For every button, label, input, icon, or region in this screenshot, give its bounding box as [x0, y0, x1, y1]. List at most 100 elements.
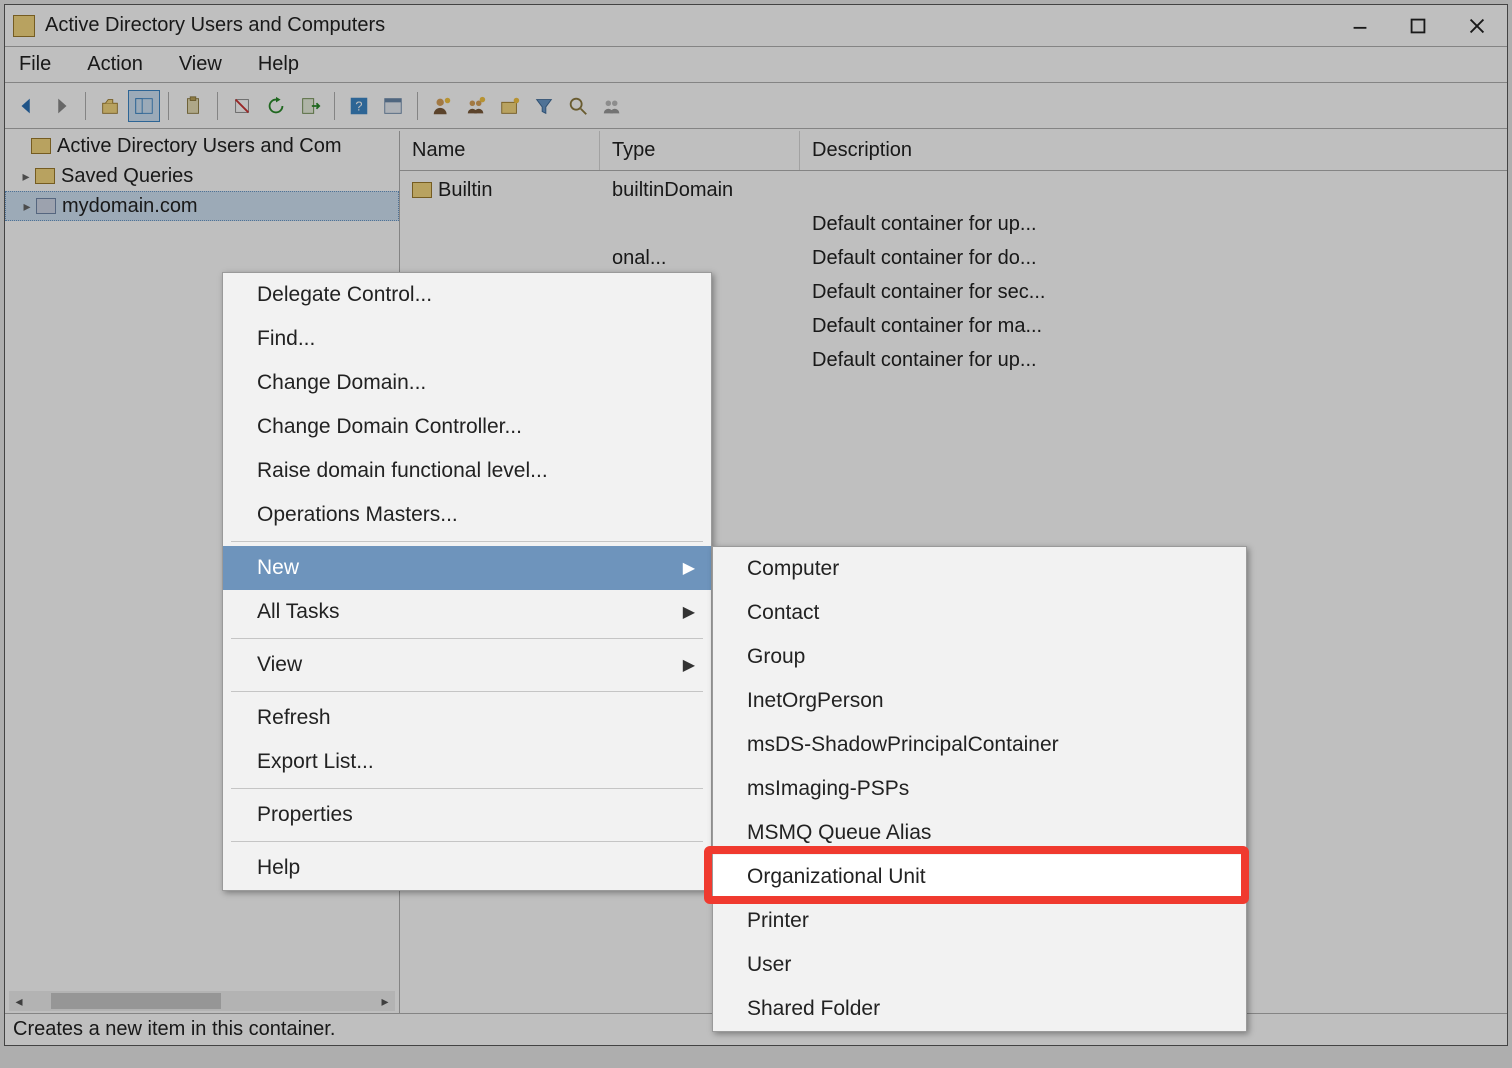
context-item-view[interactable]: View▶	[223, 643, 711, 687]
chevron-right-icon: ▶	[683, 602, 695, 622]
toolbar-new-group-button[interactable]	[460, 90, 492, 122]
toolbar-properties-button[interactable]	[377, 90, 409, 122]
window-title: Active Directory Users and Computers	[45, 14, 1331, 37]
context-item-label: msImaging-PSPs	[747, 777, 909, 801]
toolbar-new-user-button[interactable]	[426, 90, 458, 122]
list-item[interactable]: Builtin builtinDomain	[400, 173, 1507, 207]
context-item-find[interactable]: Find...	[223, 317, 711, 361]
list-item-name: Builtin	[438, 179, 492, 202]
maximize-button[interactable]	[1389, 6, 1447, 46]
context-item-export-list[interactable]: Export List...	[223, 740, 711, 784]
title-bar: Active Directory Users and Computers	[5, 5, 1507, 47]
folder-icon	[35, 168, 55, 184]
toolbar-refresh-button[interactable]	[260, 90, 292, 122]
tree-saved-queries[interactable]: ▸ Saved Queries	[5, 161, 399, 191]
context-item-label: Organizational Unit	[747, 865, 926, 889]
column-header-description[interactable]: Description	[800, 131, 1110, 170]
context-item-operations-masters[interactable]: Operations Masters...	[223, 493, 711, 537]
context-item-label: Properties	[257, 803, 353, 827]
toolbar-help-button[interactable]: ?	[343, 90, 375, 122]
context-item-change-domain[interactable]: Change Domain...	[223, 361, 711, 405]
status-text: Creates a new item in this container.	[13, 1018, 335, 1041]
tree-domain[interactable]: ▸ mydomain.com	[5, 191, 399, 221]
toolbar-filter-button[interactable]	[528, 90, 560, 122]
toolbar-forward-button[interactable]	[45, 90, 77, 122]
context-item-properties[interactable]: Properties	[223, 793, 711, 837]
context-item-new[interactable]: New▶	[223, 546, 711, 590]
context-item-all-tasks[interactable]: All Tasks ▶	[223, 590, 711, 634]
tree-root-label: Active Directory Users and Com	[57, 135, 342, 158]
context-item-label: Shared Folder	[747, 997, 880, 1021]
list-item-description: Default container for sec...	[800, 281, 1110, 304]
list-item-type: onal...	[600, 247, 800, 270]
tree-root[interactable]: Active Directory Users and Com	[5, 131, 399, 161]
chevron-right-icon: ▶	[683, 655, 695, 675]
context-item-contact[interactable]: Contact	[713, 591, 1246, 635]
context-item-raise-domain-functional-level[interactable]: Raise domain functional level...	[223, 449, 711, 493]
column-header-name[interactable]: Name	[400, 131, 600, 170]
context-item-msmq-queue-alias[interactable]: MSMQ Queue Alias	[713, 811, 1246, 855]
domain-icon	[36, 198, 56, 214]
context-item-help[interactable]: Help	[223, 846, 711, 890]
context-item-label: Contact	[747, 601, 819, 625]
context-menu-new[interactable]: Computer Contact Group InetOrgPersonmsDS-Sh…	[712, 546, 1247, 1032]
scroll-left-icon[interactable]: ◂	[9, 991, 29, 1011]
context-item-label: Refresh	[257, 706, 331, 730]
minimize-button[interactable]	[1331, 6, 1389, 46]
context-menu-domain[interactable]: Delegate Control... Find... Change Domain.…	[222, 272, 712, 891]
context-item-label: Operations Masters...	[257, 503, 458, 527]
context-item-computer[interactable]: Computer	[713, 547, 1246, 591]
expand-icon[interactable]: ▸	[17, 168, 35, 185]
toolbar-delete-button[interactable]	[226, 90, 258, 122]
menu-file[interactable]: File	[13, 51, 57, 78]
menu-separator	[231, 691, 703, 692]
context-item-inetorgperson[interactable]: InetOrgPerson	[713, 679, 1246, 723]
context-item-label: Group	[747, 645, 805, 669]
context-item-change-domain-controller[interactable]: Change Domain Controller...	[223, 405, 711, 449]
scroll-thumb[interactable]	[51, 993, 221, 1009]
context-item-label: Change Domain...	[257, 371, 426, 395]
toolbar-clipboard-button[interactable]	[177, 90, 209, 122]
toolbar-back-button[interactable]	[11, 90, 43, 122]
toolbar-up-button[interactable]	[94, 90, 126, 122]
list-item-description: Default container for ma...	[800, 315, 1110, 338]
context-item-label: Raise domain functional level...	[257, 459, 548, 483]
expand-icon[interactable]: ▸	[18, 198, 36, 215]
folder-icon	[412, 182, 432, 198]
menu-separator	[231, 541, 703, 542]
context-item-shared-folder[interactable]: Shared Folder	[713, 987, 1246, 1031]
tree-h-scrollbar[interactable]: ◂ ▸	[9, 991, 395, 1011]
close-button[interactable]	[1447, 6, 1507, 46]
tree-saved-queries-label: Saved Queries	[61, 165, 193, 188]
toolbar-find-button[interactable]	[562, 90, 594, 122]
toolbar-export-button[interactable]	[294, 90, 326, 122]
column-header-type[interactable]: Type	[600, 131, 800, 170]
list-item[interactable]: onal...Default container for do...	[400, 241, 1507, 275]
context-item-printer[interactable]: Printer	[713, 899, 1246, 943]
menu-separator	[231, 638, 703, 639]
context-item-label: MSMQ Queue Alias	[747, 821, 931, 845]
folder-icon	[31, 138, 51, 154]
context-item-delegate-control[interactable]: Delegate Control...	[223, 273, 711, 317]
menu-view[interactable]: View	[173, 51, 228, 78]
context-item-msimaging-psps[interactable]: msImaging-PSPs	[713, 767, 1246, 811]
context-item-label: All Tasks	[257, 600, 339, 624]
app-icon	[13, 15, 35, 37]
toolbar-add-to-group-button[interactable]	[596, 90, 628, 122]
scroll-right-icon[interactable]: ▸	[375, 991, 395, 1011]
context-item-group[interactable]: Group	[713, 635, 1246, 679]
toolbar-new-ou-button[interactable]	[494, 90, 526, 122]
list-item-description: Default container for do...	[800, 247, 1110, 270]
toolbar-showhide-tree-button[interactable]	[128, 90, 160, 122]
context-item-label: Computer	[747, 557, 839, 581]
context-item-label: Delegate Control...	[257, 283, 432, 307]
list-item[interactable]: Default container for up...	[400, 207, 1507, 241]
context-item-msds-shadowprincipalcontainer[interactable]: msDS-ShadowPrincipalContainer	[713, 723, 1246, 767]
menu-action[interactable]: Action	[81, 51, 149, 78]
context-item-user[interactable]: User	[713, 943, 1246, 987]
context-item-refresh[interactable]: Refresh	[223, 696, 711, 740]
chevron-right-icon: ▶	[683, 558, 695, 578]
list-item-type: builtinDomain	[600, 179, 800, 202]
menu-help[interactable]: Help	[252, 51, 305, 78]
context-item-organizational-unit[interactable]: Organizational Unit	[713, 855, 1246, 899]
